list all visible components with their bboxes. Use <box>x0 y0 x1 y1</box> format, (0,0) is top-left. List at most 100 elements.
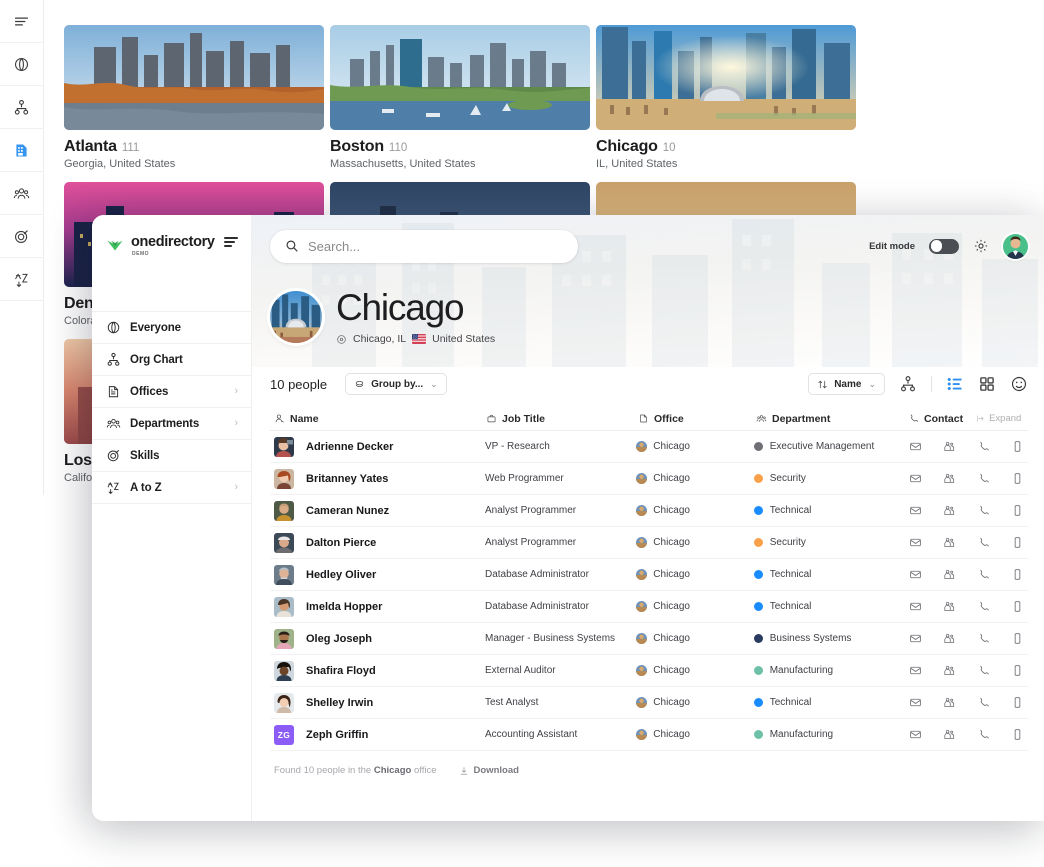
mobile-icon[interactable] <box>1011 472 1024 485</box>
office-dot-icon <box>636 729 647 740</box>
email-icon[interactable] <box>909 632 922 645</box>
teams-icon[interactable] <box>943 440 956 453</box>
teams-icon[interactable] <box>943 696 956 709</box>
group-by-label: Group by... <box>371 379 423 390</box>
sidebar-item-departments[interactable]: Departments › <box>92 408 251 440</box>
table-row[interactable]: Hedley Oliver Database Administrator Chi… <box>270 559 1028 591</box>
email-icon[interactable] <box>909 536 922 549</box>
people-count: 10 people <box>270 377 327 392</box>
emoji-view-button[interactable] <box>1010 375 1028 393</box>
email-icon[interactable] <box>909 568 922 581</box>
cell-name: ZG Zeph Griffin <box>274 725 485 745</box>
office-card[interactable]: Chicago10 IL, United States <box>596 25 856 170</box>
teams-icon[interactable] <box>943 728 956 741</box>
sidebar-collapse-button[interactable] <box>224 237 238 247</box>
sidebar-item-skills[interactable]: Skills <box>92 440 251 472</box>
mobile-icon[interactable] <box>1011 600 1024 613</box>
phone-icon[interactable] <box>977 472 990 485</box>
rail-item-a-to-z[interactable] <box>0 258 44 301</box>
edit-mode-label: Edit mode <box>869 241 915 252</box>
person-name: Britanney Yates <box>306 473 388 485</box>
mobile-icon[interactable] <box>1011 696 1024 709</box>
teams-icon[interactable] <box>943 536 956 549</box>
office-card[interactable]: Atlanta111 Georgia, United States <box>64 25 324 170</box>
phone-icon[interactable] <box>977 728 990 741</box>
table-row[interactable]: Imelda Hopper Database Administrator Chi… <box>270 591 1028 623</box>
edit-mode-toggle[interactable] <box>929 239 959 254</box>
mobile-icon[interactable] <box>1011 568 1024 581</box>
office-country: United States <box>432 333 495 345</box>
phone-icon[interactable] <box>977 440 990 453</box>
rail-item-menu[interactable] <box>0 0 44 43</box>
table-footer: Found 10 people in the Chicago office Do… <box>270 751 1028 776</box>
brand-logo[interactable]: onedirectory DEMO <box>92 215 251 277</box>
table-row[interactable]: ZG Zeph Griffin Accounting Assistant Chi… <box>270 719 1028 751</box>
mobile-icon[interactable] <box>1011 440 1024 453</box>
sidebar-item-offices[interactable]: Offices › <box>92 376 251 408</box>
rail-item-skills[interactable] <box>0 215 44 258</box>
table-row[interactable]: Adrienne Decker VP - Research Chicago Ex… <box>270 431 1028 463</box>
table-row[interactable]: Britanney Yates Web Programmer Chicago S… <box>270 463 1028 495</box>
mobile-icon[interactable] <box>1011 632 1024 645</box>
email-icon[interactable] <box>909 440 922 453</box>
cell-job-title: Database Administrator <box>485 601 636 612</box>
phone-icon[interactable] <box>977 664 990 677</box>
email-icon[interactable] <box>909 664 922 677</box>
email-icon[interactable] <box>909 472 922 485</box>
gear-icon[interactable] <box>973 238 989 254</box>
phone-icon[interactable] <box>977 504 990 517</box>
office-title-block: Chicago Chicago, IL <box>270 289 495 345</box>
teams-icon[interactable] <box>943 568 956 581</box>
group-by-button[interactable]: Group by... ⌄ <box>345 373 447 395</box>
list-view-button[interactable] <box>946 375 964 393</box>
table-row[interactable]: Dalton Pierce Analyst Programmer Chicago… <box>270 527 1028 559</box>
sort-button[interactable]: Name ⌄ <box>808 373 885 395</box>
column-header-office[interactable]: Office <box>638 413 756 425</box>
mobile-icon[interactable] <box>1011 728 1024 741</box>
teams-icon[interactable] <box>943 504 956 517</box>
table-row[interactable]: Shelley Irwin Test Analyst Chicago Techn… <box>270 687 1028 719</box>
office-card[interactable]: Boston110 Massachusetts, United States <box>330 25 590 170</box>
rail-item-org-chart[interactable] <box>0 86 44 129</box>
table-row[interactable]: Oleg Joseph Manager - Business Systems C… <box>270 623 1028 655</box>
sidebar-item-a-to-z[interactable]: A to Z › <box>92 472 251 504</box>
rail-item-departments[interactable] <box>0 172 44 215</box>
teams-icon[interactable] <box>943 600 956 613</box>
rail-item-offices[interactable] <box>0 129 44 172</box>
phone-icon[interactable] <box>977 696 990 709</box>
column-header-job-title[interactable]: Job Title <box>486 413 638 425</box>
rail-item-everyone[interactable] <box>0 43 44 86</box>
mobile-icon[interactable] <box>1011 504 1024 517</box>
phone-icon[interactable] <box>977 536 990 549</box>
column-header-department[interactable]: Department <box>756 413 908 425</box>
email-icon[interactable] <box>909 696 922 709</box>
column-header-name[interactable]: Name <box>274 413 486 425</box>
sidebar-item-org-chart[interactable]: Org Chart <box>92 344 251 376</box>
phone-icon[interactable] <box>977 600 990 613</box>
mobile-icon[interactable] <box>1011 536 1024 549</box>
mobile-icon[interactable] <box>1011 664 1024 677</box>
expand-toggle[interactable]: Expand <box>976 413 1021 424</box>
table-row[interactable]: Cameran Nunez Analyst Programmer Chicago… <box>270 495 1028 527</box>
person-name: Imelda Hopper <box>306 601 382 613</box>
phone-icon[interactable] <box>977 568 990 581</box>
download-button[interactable]: Download <box>459 765 519 776</box>
teams-icon[interactable] <box>943 632 956 645</box>
cell-office: Chicago <box>636 697 753 708</box>
email-icon[interactable] <box>909 600 922 613</box>
teams-icon[interactable] <box>943 664 956 677</box>
search-input[interactable] <box>308 239 563 254</box>
building-icon <box>106 384 121 399</box>
org-chart-view-button[interactable] <box>899 375 917 393</box>
grid-view-button[interactable] <box>978 375 996 393</box>
email-icon[interactable] <box>909 504 922 517</box>
teams-icon[interactable] <box>943 472 956 485</box>
email-icon[interactable] <box>909 728 922 741</box>
phone-icon[interactable] <box>977 632 990 645</box>
search-bar[interactable] <box>270 230 578 263</box>
sidebar-item-everyone[interactable]: Everyone <box>92 312 251 344</box>
column-header-contact[interactable]: Contact Expand <box>908 413 1024 425</box>
table-row[interactable]: Shafira Floyd External Auditor Chicago M… <box>270 655 1028 687</box>
cell-department: Manufacturing <box>754 729 905 740</box>
user-avatar[interactable] <box>1003 234 1028 259</box>
